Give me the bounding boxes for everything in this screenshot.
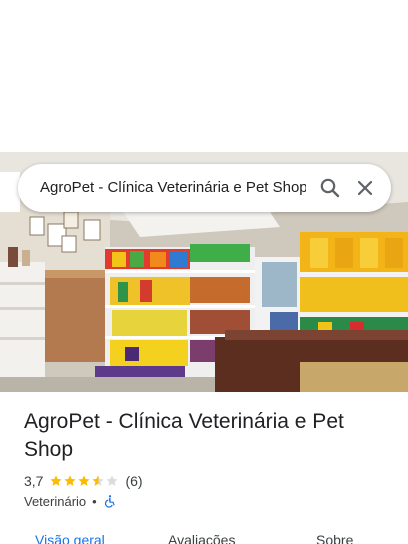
rating-stars — [49, 474, 119, 488]
star-full-icon — [78, 475, 91, 486]
place-title: AgroPet - Clínica Veterinária e Pet Shop — [24, 410, 344, 461]
star-full-icon — [64, 475, 77, 486]
tab-about[interactable]: Sobre — [316, 532, 353, 544]
map-area — [0, 0, 408, 152]
place-tabs: Visão geral Avaliações Sobre — [0, 528, 408, 544]
separator-dot: • — [92, 493, 97, 509]
tab-overview[interactable]: Visão geral — [35, 532, 105, 544]
close-icon[interactable] — [353, 176, 377, 200]
search-input[interactable]: AgroPet - Clínica Veterinária e Pet Shop — [40, 164, 306, 212]
search-bar[interactable]: AgroPet - Clínica Veterinária e Pet Shop — [18, 164, 391, 212]
rating-row[interactable]: 3,7 (6) — [24, 472, 143, 490]
search-icon[interactable] — [318, 176, 342, 200]
star-empty-icon — [106, 475, 119, 486]
star-full-icon — [50, 475, 63, 486]
category-row: Veterinário • — [24, 492, 117, 510]
star-half-icon — [92, 475, 105, 486]
rating-value: 3,7 — [24, 473, 44, 489]
review-count[interactable]: (6) — [125, 473, 142, 489]
tab-reviews[interactable]: Avaliações — [168, 532, 235, 544]
category-label: Veterinário — [24, 493, 87, 509]
wheelchair-icon[interactable] — [103, 494, 117, 508]
